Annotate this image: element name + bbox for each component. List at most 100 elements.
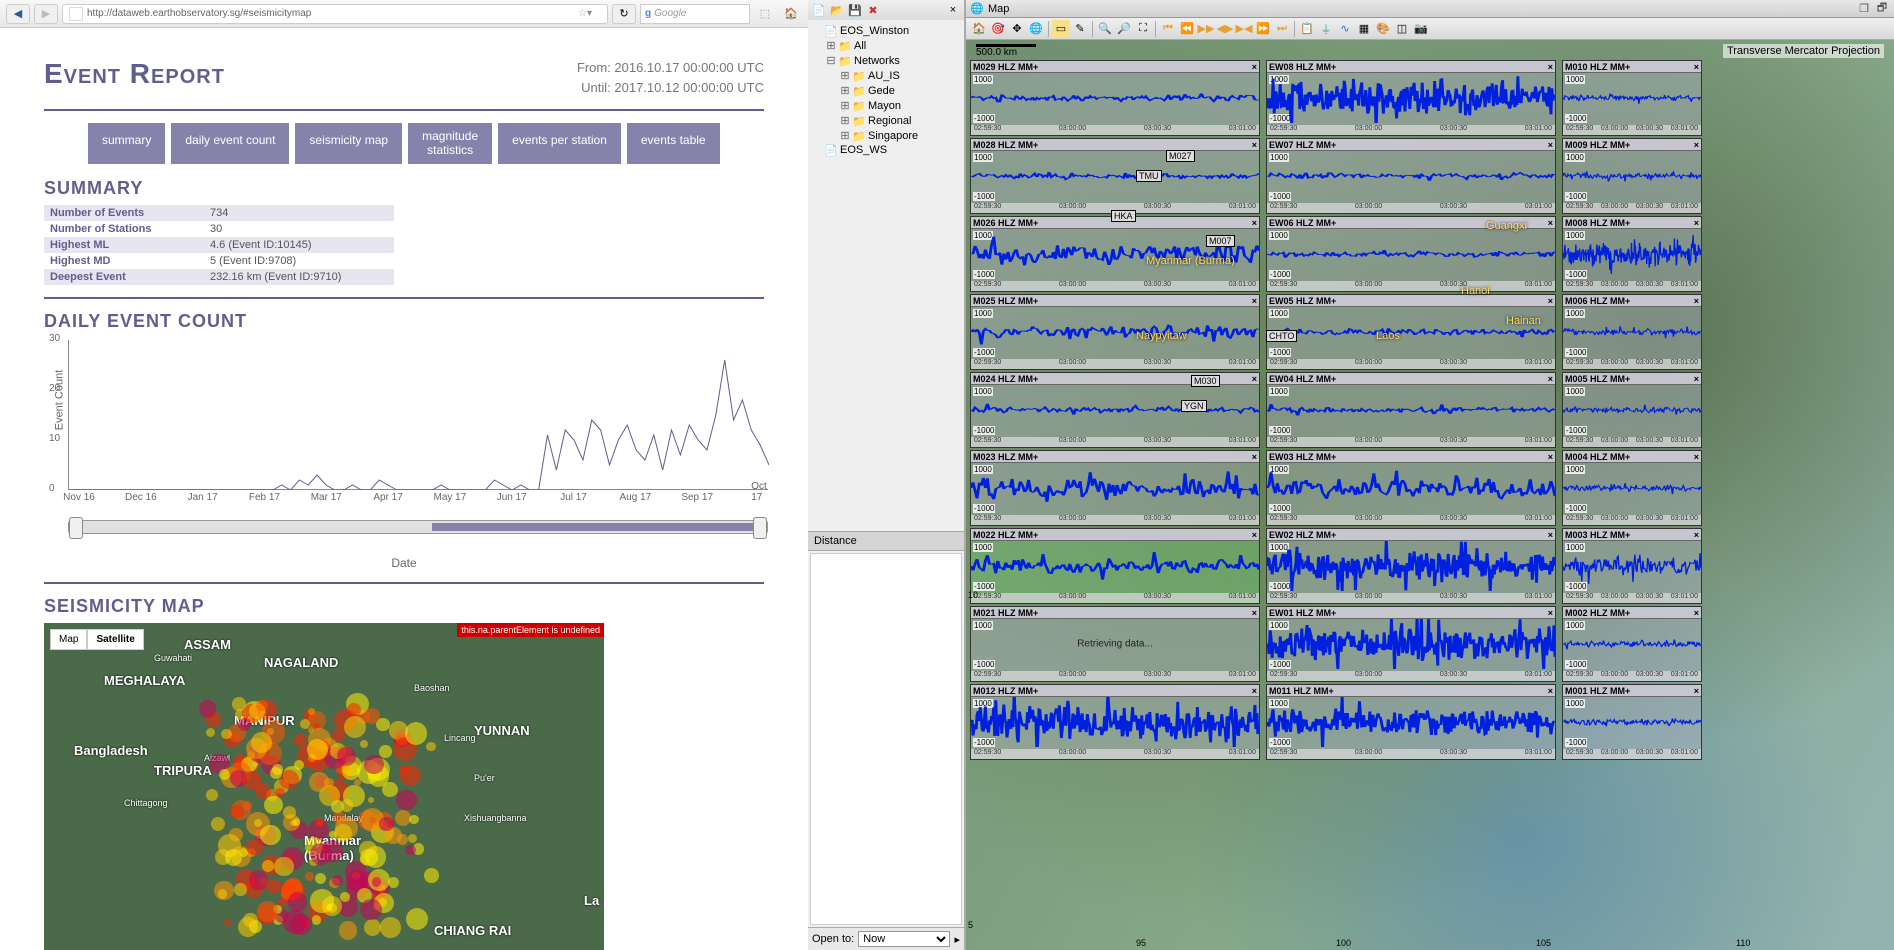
close-icon[interactable]: ×: [1694, 218, 1699, 228]
save-icon[interactable]: 💾: [848, 3, 862, 17]
tb-camera-icon[interactable]: 📷: [1412, 20, 1430, 38]
tb-zoomout-icon[interactable]: 🔎: [1115, 20, 1133, 38]
close-icon[interactable]: ×: [1548, 296, 1553, 306]
close-icon[interactable]: ×: [1694, 140, 1699, 150]
trace-M001-HLZ-MM+[interactable]: M001 HLZ MM+× 1000 -1000 02:59:3003:00:0…: [1562, 684, 1702, 760]
close-icon[interactable]: ×: [1548, 686, 1553, 696]
search-box[interactable]: g Google: [640, 4, 750, 24]
tb-prev-icon[interactable]: ⏪: [1178, 20, 1196, 38]
close-icon[interactable]: ×: [1694, 452, 1699, 462]
maximize-icon[interactable]: ❐: [1856, 2, 1872, 15]
close-icon[interactable]: ×: [1694, 296, 1699, 306]
close-icon[interactable]: ×: [1252, 296, 1257, 306]
tree-item-au_is[interactable]: ⊞📁AU_IS: [812, 68, 960, 83]
tb-fwd-icon[interactable]: ▶◀: [1235, 20, 1253, 38]
tb-step-icon[interactable]: ▶▶: [1197, 20, 1215, 38]
url-dropdown-icon[interactable]: ▾: [587, 8, 601, 19]
tb-nav-icon[interactable]: ✥: [1008, 20, 1026, 38]
trace-M011-HLZ-MM+[interactable]: M011 HLZ MM+× 1000 -1000 02:59:3003:00:0…: [1266, 684, 1556, 760]
tb-zoomin-icon[interactable]: 🔍: [1096, 20, 1114, 38]
tb-next-icon[interactable]: ⏩: [1254, 20, 1272, 38]
tb-copy-icon[interactable]: 📋: [1298, 20, 1316, 38]
close-icon[interactable]: ×: [1252, 62, 1257, 72]
station-M030[interactable]: M030: [1191, 375, 1220, 387]
seismicity-map[interactable]: Map Satellite this.na.parentElement is u…: [44, 623, 604, 950]
station-M027[interactable]: M027: [1166, 150, 1195, 162]
station-CHTO[interactable]: CHTO: [1266, 330, 1297, 342]
tree-item-all[interactable]: ⊞📁All: [812, 38, 960, 53]
bookmark-star-icon[interactable]: ☆: [578, 8, 587, 19]
trace-EW07-HLZ-MM+[interactable]: EW07 HLZ MM+× 1000 -1000 02:59:3003:00:0…: [1266, 138, 1556, 214]
close-icon[interactable]: ×: [1548, 608, 1553, 618]
open-to-go-icon[interactable]: ▸: [954, 933, 960, 946]
tb-back-icon[interactable]: ◀▶: [1216, 20, 1234, 38]
map-view[interactable]: 500.0 km Transverse Mercator Projection …: [966, 40, 1894, 950]
map-button-map[interactable]: Map: [50, 629, 87, 650]
slider-handle-right[interactable]: [753, 517, 767, 539]
close-icon[interactable]: ×: [1252, 218, 1257, 228]
tab-magnitude-statistics[interactable]: magnitudestatistics: [408, 123, 492, 164]
tb-compass-icon[interactable]: 🎯: [989, 20, 1007, 38]
back-button[interactable]: ◀: [6, 4, 30, 24]
trace-M005-HLZ-MM+[interactable]: M005 HLZ MM+× 1000 -1000 02:59:3003:00:0…: [1562, 372, 1702, 448]
station-YGN[interactable]: YGN: [1181, 400, 1207, 412]
tree-item-regional[interactable]: ⊞📁Regional: [812, 113, 960, 128]
station-M007[interactable]: M007: [1206, 235, 1235, 247]
close-icon[interactable]: ×: [1252, 140, 1257, 150]
trace-EW08-HLZ-MM+[interactable]: EW08 HLZ MM+× 1000 -1000 02:59:3003:00:0…: [1266, 60, 1556, 136]
tb-last-icon[interactable]: ⏭: [1273, 20, 1291, 38]
close-icon[interactable]: ×: [1694, 686, 1699, 696]
forward-button[interactable]: ▶: [34, 4, 58, 24]
tab-events-per-station[interactable]: events per station: [498, 123, 621, 164]
trace-M022-HLZ-MM+[interactable]: M022 HLZ MM+× 1000 -1000 02:59:3003:00:0…: [970, 528, 1260, 604]
close-icon[interactable]: ×: [1548, 140, 1553, 150]
tb-zoomfit-icon[interactable]: ⛶: [1134, 20, 1152, 38]
trace-M009-HLZ-MM+[interactable]: M009 HLZ MM+× 1000 -1000 02:59:3003:00:0…: [1562, 138, 1702, 214]
tb-grid-icon[interactable]: ◫: [1393, 20, 1411, 38]
trace-EW01-HLZ-MM+[interactable]: EW01 HLZ MM+× 1000 -1000 02:59:3003:00:0…: [1266, 606, 1556, 682]
trace-M003-HLZ-MM+[interactable]: M003 HLZ MM+× 1000 -1000 02:59:3003:00:0…: [1562, 528, 1702, 604]
file-icon[interactable]: 📄: [812, 3, 826, 17]
trace-M012-HLZ-MM+[interactable]: M012 HLZ MM+× 1000 -1000 02:59:3003:00:0…: [970, 684, 1260, 760]
tree-item-networks[interactable]: ⊟📁Networks: [812, 53, 960, 68]
close-icon[interactable]: ×: [1548, 374, 1553, 384]
close-icon[interactable]: ×: [1548, 62, 1553, 72]
tree-item-gede[interactable]: ⊞📁Gede: [812, 83, 960, 98]
trace-EW05-HLZ-MM+[interactable]: EW05 HLZ MM+× 1000 -1000 02:59:3003:00:0…: [1266, 294, 1556, 370]
trace-M008-HLZ-MM+[interactable]: M008 HLZ MM+× 1000 -1000 02:59:3003:00:0…: [1562, 216, 1702, 292]
trace-EW04-HLZ-MM+[interactable]: EW04 HLZ MM+× 1000 -1000 02:59:3003:00:0…: [1266, 372, 1556, 448]
folder-open-icon[interactable]: 📂: [830, 3, 844, 17]
close-icon[interactable]: ×: [1694, 608, 1699, 618]
trace-M028-HLZ-MM+[interactable]: M028 HLZ MM+× 1000 -1000 02:59:3003:00:0…: [970, 138, 1260, 214]
close-icon[interactable]: ×: [1252, 374, 1257, 384]
trace-M025-HLZ-MM+[interactable]: M025 HLZ MM+× 1000 -1000 02:59:3003:00:0…: [970, 294, 1260, 370]
url-bar[interactable]: http://dataweb.earthobservatory.sg/#seis…: [62, 4, 608, 24]
downloads-icon[interactable]: ⬚: [754, 4, 776, 24]
tab-daily-event-count[interactable]: daily event count: [171, 123, 289, 164]
close-icon[interactable]: ×: [1694, 530, 1699, 540]
tb-select-icon[interactable]: ▭: [1052, 20, 1070, 38]
slider-handle-left[interactable]: [69, 517, 83, 539]
tb-wave-icon[interactable]: ∿: [1336, 20, 1354, 38]
close-icon[interactable]: ×: [1548, 452, 1553, 462]
tab-seismicity-map[interactable]: seismicity map: [295, 123, 402, 164]
close-panel-icon[interactable]: ×: [946, 3, 960, 17]
data-tree[interactable]: 📄EOS_Winston⊞📁All⊟📁Networks⊞📁AU_IS⊞📁Gede…: [808, 20, 964, 161]
tree-item-eos_winston[interactable]: 📄EOS_Winston: [812, 24, 960, 38]
chart-slider[interactable]: [68, 520, 768, 534]
close-icon[interactable]: ×: [1548, 218, 1553, 228]
tb-filter-icon[interactable]: ⏚: [1317, 20, 1335, 38]
home-icon[interactable]: 🏠: [780, 4, 802, 24]
trace-M002-HLZ-MM+[interactable]: M002 HLZ MM+× 1000 -1000 02:59:3003:00:0…: [1562, 606, 1702, 682]
map-button-satellite[interactable]: Satellite: [87, 629, 143, 650]
tb-globe-icon[interactable]: 🌐: [1027, 20, 1045, 38]
close-icon[interactable]: ×: [1694, 374, 1699, 384]
tb-layers-icon[interactable]: ▦: [1355, 20, 1373, 38]
trace-M021-HLZ-MM+[interactable]: M021 HLZ MM+× 1000 -1000 Retrieving data…: [970, 606, 1260, 682]
tree-item-mayon[interactable]: ⊞📁Mayon: [812, 98, 960, 113]
trace-M023-HLZ-MM+[interactable]: M023 HLZ MM+× 1000 -1000 02:59:3003:00:0…: [970, 450, 1260, 526]
delete-icon[interactable]: ✖: [866, 3, 880, 17]
trace-M029-HLZ-MM+[interactable]: M029 HLZ MM+× 1000 -1000 02:59:3003:00:0…: [970, 60, 1260, 136]
tb-first-icon[interactable]: ⏮: [1159, 20, 1177, 38]
reload-button[interactable]: ↻: [612, 4, 636, 24]
